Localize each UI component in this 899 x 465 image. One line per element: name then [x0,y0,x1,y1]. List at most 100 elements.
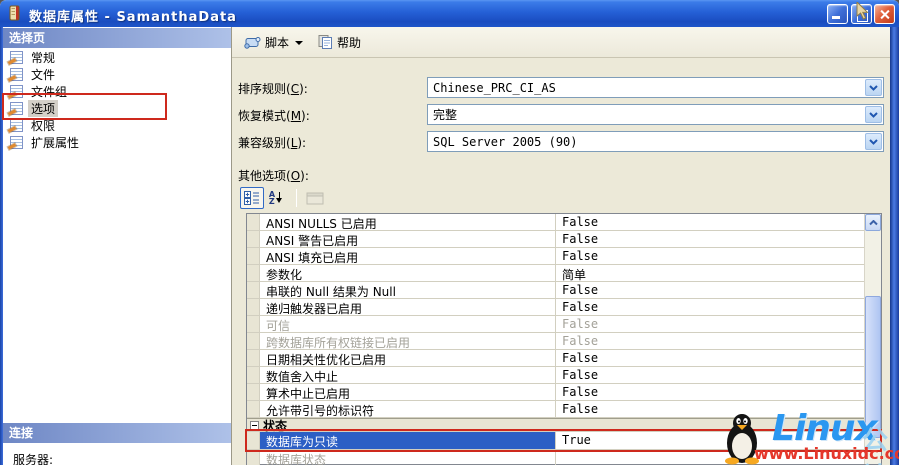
grid-category-label: 状态 [263,418,288,433]
other-options-mnemonic: O [290,169,301,183]
script-icon [244,36,261,49]
grid-row[interactable]: 日期相关性优化已启用 False [247,350,864,367]
grid-row-gutter [247,231,260,247]
grid-row-name: 允许带引号的标识符 [260,401,556,417]
combo-dropdown-button[interactable] [865,79,882,96]
database-properties-dialog: 数据库属性 - SamanthaData 选择页 常规 文件 文件组 选项 权限 扩展属性… [0,0,899,465]
sidebar-item-6[interactable]: 扩展属性 [3,134,231,151]
grid-row[interactable]: 递归触发器已启用 False [247,299,864,316]
grid-row-value[interactable]: False [556,214,864,230]
grid-row[interactable]: ANSI NULLS 已启用 False [247,214,864,231]
grid-row-value[interactable]: False [556,401,864,417]
sidebar-nav: 常规 文件 文件组 选项权限扩展属性 [3,49,231,151]
combo-dropdown-button[interactable] [865,106,882,123]
close-button[interactable] [874,4,895,24]
toolbar-separator [296,189,297,207]
sidebar-item-3[interactable]: 文件组 [3,83,231,100]
alphabetical-sort-button[interactable]: AZ [264,187,288,209]
titlebar[interactable]: 数据库属性 - SamanthaData [0,0,899,27]
grid-row[interactable]: ANSI 警告已启用 False [247,231,864,248]
help-button[interactable]: 帮助 [313,32,365,53]
combo-dropdown-button[interactable] [865,133,882,150]
grid-row[interactable]: 数据库为只读 True [247,432,864,450]
property-page-icon [10,51,23,64]
grid-row[interactable]: 跨数据库所有权链接已启用 False [247,333,864,350]
grid-row-gutter [247,214,260,230]
grid-row-gutter [247,299,260,315]
grid-row-name: ANSI NULLS 已启用 [260,214,556,230]
field-label-1: 排序规则(C): [238,82,308,96]
grid-row-name: 参数化 [260,265,556,281]
chevron-down-icon [869,111,878,118]
minimize-button[interactable] [827,4,848,24]
grid-row-name: 日期相关性优化已启用 [260,350,556,366]
grid-row-gutter [247,367,260,383]
grid-row[interactable]: 数据库状态 [247,450,864,465]
grid-row[interactable]: 算术中止已启用 False [247,384,864,401]
other-options-pre: 其他选项( [238,169,291,183]
grid-row[interactable]: 参数化 简单 [247,265,864,282]
options-property-grid: ANSI NULLS 已启用 False ANSI 警告已启用 False ANSI 填… [246,213,882,465]
content-panel: 脚本 帮助 排序规则(C): Chinese_PRC_CI_AS 恢复模式(M): 完… [232,27,890,465]
scrollbar-thumb[interactable] [865,296,881,438]
grid-row-value[interactable]: False [556,384,864,400]
grid-row-gutter [247,248,260,264]
sidebar-item-4[interactable]: 选项 [3,100,231,117]
property-pages-button [303,187,327,209]
grid-row[interactable]: 可信 False [247,316,864,333]
grid-scrollbar[interactable] [864,214,881,464]
combo-field-3[interactable]: SQL Server 2005 (90) [427,131,884,152]
script-button[interactable]: 脚本 [240,32,313,53]
script-label: 脚本 [265,35,290,50]
grid-row[interactable]: 允许带引号的标识符 False [247,401,864,418]
categorized-button[interactable] [240,187,264,209]
script-dropdown-icon[interactable] [295,41,304,45]
grid-row-value[interactable]: 简单 [556,265,864,282]
sidebar-item-label: 权限 [31,119,56,133]
grid-row-name: 串联的 Null 结果为 Null [260,282,556,298]
grid-row[interactable]: 数值舍入中止 False [247,367,864,384]
grid-row-name: ANSI 填充已启用 [260,248,556,264]
grid-row-value[interactable]: False [556,333,864,349]
grid-row-gutter [247,432,260,449]
property-pages-icon [306,192,324,204]
grid-row[interactable]: 串联的 Null 结果为 Null False [247,282,864,299]
combo-field-2[interactable]: 完整 [427,104,884,125]
sort-alphabetical-icon: AZ [269,191,283,206]
grid-row-name: 算术中止已启用 [260,384,556,400]
grid-row-value[interactable] [556,450,864,465]
property-grid-toolbar: AZ [240,185,327,211]
grid-row-value[interactable]: False [556,350,864,366]
property-page-icon [10,136,23,149]
combo-field-1[interactable]: Chinese_PRC_CI_AS [427,77,884,98]
grid-row-value[interactable]: False [556,316,864,332]
field-label-3: 兼容级别(L): [238,136,307,150]
property-page-icon [10,119,23,132]
grid-category-row[interactable]: 状态 [247,418,864,433]
grid-row-name: 可信 [260,316,556,332]
dialog-toolbar: 脚本 帮助 [232,27,890,58]
grid-row-value[interactable]: False [556,282,864,298]
grid-row-name: 数值舍入中止 [260,367,556,383]
grid-row-name: 数据库为只读 [260,432,556,449]
grid-row-gutter [247,350,260,366]
collapse-icon[interactable] [250,420,259,430]
grid-row-value[interactable]: True [556,432,864,449]
grid-row-value[interactable]: False [556,367,864,383]
grid-row-name: 递归触发器已启用 [260,299,556,315]
chevron-down-icon [869,138,878,145]
chevron-up-icon [868,219,878,225]
scroll-up-button[interactable] [865,214,881,231]
sidebar-item-label: 选项 [28,100,59,117]
grid-row-gutter [247,450,260,465]
grid-row-value[interactable]: False [556,299,864,315]
grid-row-value[interactable]: False [556,231,864,247]
grid-row-value[interactable]: False [556,248,864,264]
grid-row-gutter [247,265,260,281]
grid-row[interactable]: ANSI 填充已启用 False [247,248,864,265]
field-label-2: 恢复模式(M): [238,109,310,123]
sidebar-item-label: 扩展属性 [31,136,80,150]
sidebar-item-5[interactable]: 权限 [3,117,231,134]
sidebar-item-2[interactable]: 文件 [3,66,231,83]
sidebar-item-1[interactable]: 常规 [3,49,231,66]
